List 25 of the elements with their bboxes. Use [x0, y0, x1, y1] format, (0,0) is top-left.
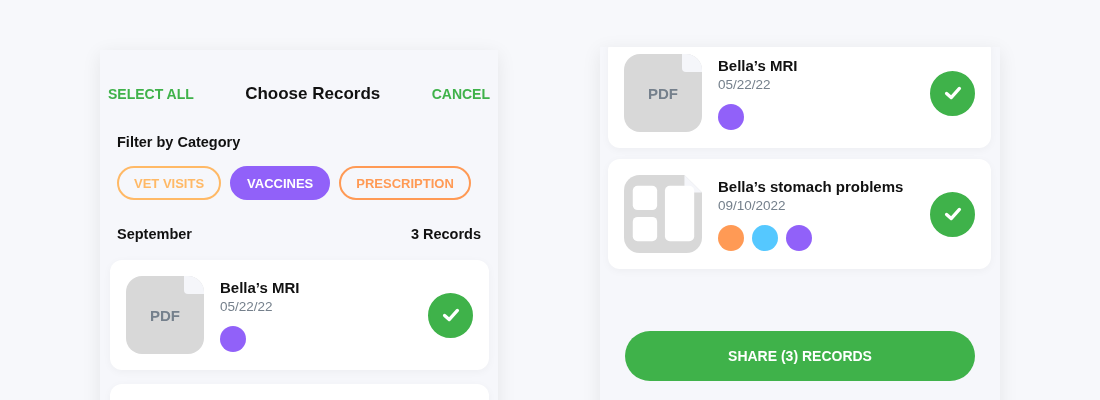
check-icon[interactable]	[428, 292, 473, 338]
cancel-button[interactable]: CANCEL	[431, 86, 490, 102]
pdf-file-icon: PDF	[624, 54, 702, 132]
record-card[interactable]: PDF Bella’s MRI 05/22/22	[110, 260, 489, 370]
record-date: 09/10/2022	[718, 197, 787, 213]
category-chip[interactable]: PRESCRIPTION	[339, 166, 471, 200]
record-card[interactable]: PDF Bella’s MRI 05/22/22	[608, 47, 991, 148]
filter-label: Filter by Category	[116, 133, 242, 150]
pdf-file-icon: PDF	[126, 276, 204, 354]
share-button[interactable]: SHARE (3) RECORDS	[625, 331, 975, 381]
record-count: 3 Records	[410, 226, 481, 242]
check-icon[interactable]	[930, 70, 975, 116]
select-all-button[interactable]: SELECT ALL	[108, 86, 194, 102]
record-card[interactable]: Bella’s stomach problems 09/10/2022	[608, 159, 991, 269]
check-icon[interactable]	[930, 191, 975, 237]
month-heading: September	[117, 226, 192, 242]
record-title: Bella’s MRI	[220, 278, 301, 296]
category-chip[interactable]: VACCINES	[230, 166, 331, 200]
gallery-file-icon	[624, 175, 702, 253]
record-date: 05/22/22	[220, 298, 274, 314]
category-chip[interactable]: VET VISITS	[117, 166, 222, 200]
record-title: Bella’s stomach problems	[718, 177, 905, 195]
record-date: 05/22/22	[718, 76, 772, 92]
record-title: Bella’s MRI	[718, 56, 799, 74]
screen-title: Choose Records	[245, 84, 381, 104]
